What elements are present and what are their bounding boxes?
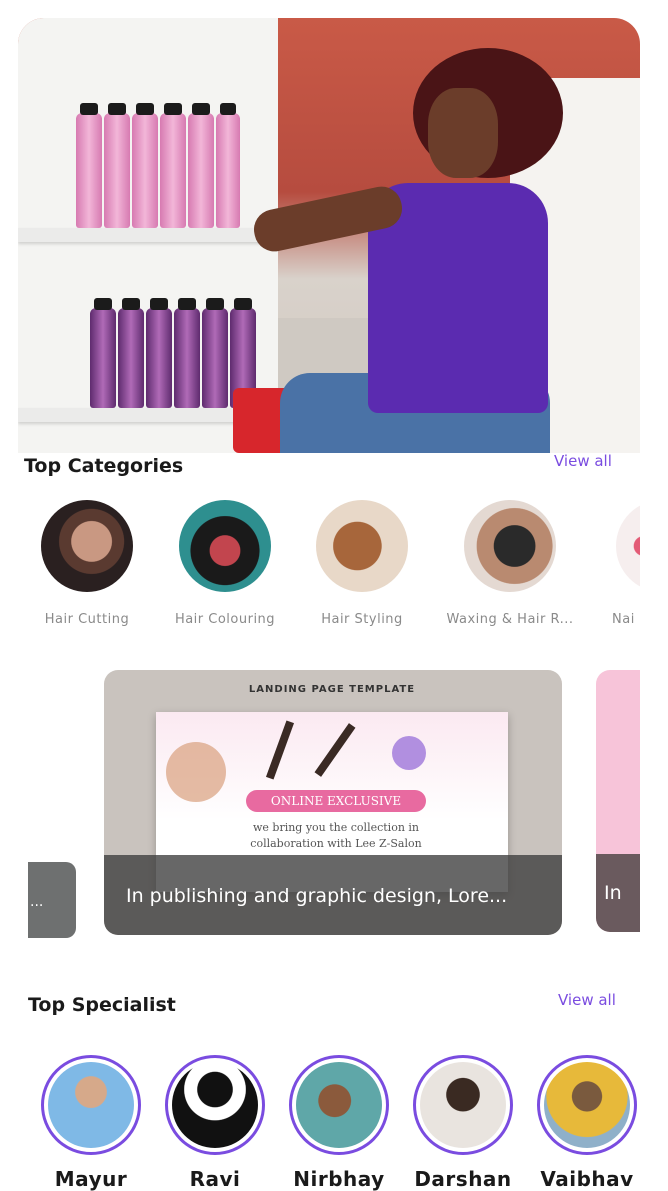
banner-current[interactable]: LANDING PAGE TEMPLATE ONLINE EXCLUSIVE w… xyxy=(104,670,562,935)
bottle xyxy=(76,103,102,228)
shelf-line xyxy=(18,228,288,242)
specialist-name: Nirbhay xyxy=(293,1167,385,1191)
avatar xyxy=(420,1062,506,1148)
banner-caption: In xyxy=(596,854,640,932)
bottle xyxy=(146,298,172,408)
bottle xyxy=(90,298,116,408)
category-item-waxing[interactable]: Waxing & Hair R... xyxy=(445,500,575,627)
bottle xyxy=(188,103,214,228)
category-item-hair-colouring[interactable]: Hair Colouring xyxy=(160,500,290,627)
specialist-name: Vaibhav xyxy=(540,1167,634,1191)
bottle xyxy=(132,103,158,228)
specialist-name: Mayur xyxy=(54,1167,128,1191)
avatar xyxy=(172,1062,258,1148)
hair-cutting-image xyxy=(41,500,133,592)
categories-view-all-link[interactable]: View all xyxy=(554,452,612,470)
avatar-ring xyxy=(537,1055,637,1155)
banner-text: we bring you the collection in collabora… xyxy=(250,821,422,850)
specialists-view-all-link[interactable]: View all xyxy=(558,991,616,1009)
category-label: Hair Cutting xyxy=(44,612,130,627)
specialist-vaibhav[interactable]: Vaibhav xyxy=(532,1055,642,1191)
category-item-hair-styling[interactable]: Hair Styling xyxy=(297,500,427,627)
specialist-nirbhay[interactable]: Nirbhay xyxy=(284,1055,394,1191)
nails-image xyxy=(616,500,640,592)
specialist-name: Ravi xyxy=(189,1167,241,1191)
specialists-title: Top Specialist xyxy=(28,994,176,1016)
bottle xyxy=(104,103,130,228)
avatar-ring xyxy=(41,1055,141,1155)
waxing-image xyxy=(464,500,556,592)
flower-shape xyxy=(392,736,426,770)
category-label: Nai xyxy=(612,612,635,627)
hero-banner-image[interactable] xyxy=(18,18,640,453)
avatar xyxy=(296,1062,382,1148)
banner-template-title: LANDING PAGE TEMPLATE xyxy=(248,684,416,695)
avatar-ring xyxy=(165,1055,265,1155)
avatar xyxy=(544,1062,630,1148)
categories-title: Top Categories xyxy=(24,455,184,477)
category-label: Hair Styling xyxy=(321,612,403,627)
powder-shape xyxy=(166,742,226,802)
bottle xyxy=(202,298,228,408)
bottle xyxy=(118,298,144,408)
specialist-mayur[interactable]: Mayur xyxy=(36,1055,146,1191)
banner-pill: ONLINE EXCLUSIVE xyxy=(246,790,426,812)
category-label: Waxing & Hair R... xyxy=(446,612,574,627)
specialist-ravi[interactable]: Ravi xyxy=(160,1055,270,1191)
avatar-ring xyxy=(289,1055,389,1155)
specialist-darshan[interactable]: Darshan xyxy=(408,1055,518,1191)
banner-prev[interactable]: ... xyxy=(28,862,76,938)
bottle xyxy=(160,103,186,228)
specialist-name: Darshan xyxy=(414,1167,512,1191)
category-item-hair-cutting[interactable]: Hair Cutting xyxy=(22,500,152,627)
bottle xyxy=(216,103,240,228)
banner-caption: ... xyxy=(30,894,44,910)
avatar-ring xyxy=(413,1055,513,1155)
hair-styling-image xyxy=(316,500,408,592)
banner-caption: In publishing and graphic design, Lore..… xyxy=(104,855,562,935)
avatar xyxy=(48,1062,134,1148)
category-label: Hair Colouring xyxy=(174,612,276,627)
person-face xyxy=(428,88,498,178)
banner-next[interactable]: In xyxy=(596,670,640,932)
category-item-nails[interactable]: Nai xyxy=(596,500,640,627)
hair-colouring-image xyxy=(179,500,271,592)
bottle xyxy=(174,298,200,408)
